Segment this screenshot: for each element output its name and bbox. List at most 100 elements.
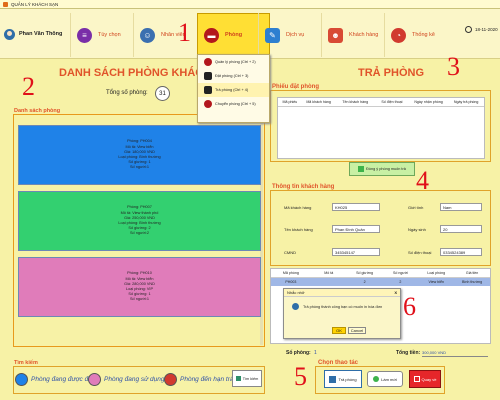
tab-dich-vu[interactable]: ✎ Dịch vụ bbox=[258, 13, 321, 57]
room-count-label: Số phòng: bbox=[286, 350, 311, 356]
room-count-value: 1 bbox=[314, 350, 317, 356]
column-header: Số giường bbox=[356, 271, 374, 275]
birthdate-label: Ngày sinh bbox=[408, 227, 426, 232]
user-avatar-icon bbox=[4, 28, 15, 40]
transfer-icon bbox=[204, 100, 212, 108]
column-header: Mô tả bbox=[324, 271, 334, 275]
grid-icon bbox=[329, 375, 337, 383]
menu-item-transfer-room[interactable]: Chuyển phòng (Ctrl + 5) bbox=[198, 97, 269, 111]
checkout-button-label: Trả phòng bbox=[338, 376, 357, 382]
room-line: Số người:1 bbox=[130, 297, 149, 302]
back-button[interactable]: Quay về bbox=[409, 370, 441, 388]
total-price-value: 300,000 VND bbox=[422, 350, 488, 357]
current-date: 18-11-2020 bbox=[475, 27, 498, 32]
customer-id-field[interactable]: KH025 bbox=[332, 203, 380, 211]
dialog-message: Trả phòng thành công bạn có muốn in hóa … bbox=[303, 304, 383, 309]
table-cell: 2 bbox=[363, 280, 366, 284]
menu-item-label: Trả phòng (Ctrl + 4) bbox=[215, 88, 249, 92]
room-card[interactable]: Phòng: PH004 Mô tả: View biển Giá: 180,0… bbox=[18, 125, 261, 185]
room-card[interactable]: Phòng: PH010 Mô tả: View biển Giá: 280,0… bbox=[18, 257, 261, 317]
marker-2: 2 bbox=[22, 72, 35, 101]
tab-khach-hang[interactable]: ☻ Khách hàng bbox=[321, 13, 384, 57]
customer-name-label: Tên khách hàng bbox=[284, 227, 313, 232]
legend-label: Phòng đang được đặt bbox=[31, 376, 94, 383]
cancel-button[interactable]: Cancel bbox=[348, 327, 366, 334]
room-card[interactable]: Phòng: PH007 Mô tả: View thành phố Giá: … bbox=[18, 191, 261, 251]
window-title: QUẢN LÝ KHÁCH SẠN bbox=[11, 1, 59, 7]
column-header: Số người bbox=[392, 271, 408, 275]
column-header: Mã phiếu bbox=[282, 100, 298, 104]
menu-item-label: Quản lý phòng (Ctrl + 2) bbox=[215, 60, 256, 64]
column-header: Mã khách hàng bbox=[306, 100, 331, 104]
room-line: Số người:2 bbox=[130, 231, 149, 236]
table-cell: Bình thường bbox=[462, 280, 483, 284]
table-cell: View biển bbox=[428, 280, 445, 284]
room-icon: ▬ bbox=[204, 27, 219, 43]
tab-label: Khách hàng bbox=[349, 32, 379, 38]
user-block[interactable]: Phan Văn Thông bbox=[0, 9, 68, 59]
phone-field[interactable]: 0334524389 bbox=[440, 248, 482, 256]
confirm-checkout-button[interactable]: Đồng ý phòng muốn trả bbox=[349, 162, 415, 176]
tab-tuy-chon[interactable]: ≡ Tùy chọn bbox=[70, 13, 133, 57]
menu-item-checkout-room[interactable]: Trả phòng (Ctrl + 4) bbox=[198, 83, 269, 97]
legend-booked: Phòng đang được đặt bbox=[15, 373, 94, 386]
customer-id-label: Mã khách hàng bbox=[284, 205, 312, 210]
booked-color-icon bbox=[15, 373, 28, 386]
booking-panel: Mã phiếu Mã khách hàng Tên khách hàng Số… bbox=[270, 90, 491, 162]
actions-label: Chọn thao tác bbox=[317, 360, 359, 366]
back-button-label: Quay về bbox=[421, 376, 437, 382]
legend-label: Phòng đến hạn trả bbox=[180, 376, 234, 383]
total-rooms-label: Tổng số phòng: bbox=[106, 90, 148, 96]
gender-field[interactable]: Nam bbox=[440, 203, 482, 211]
info-icon bbox=[292, 303, 299, 310]
list-icon: ≡ bbox=[77, 27, 92, 43]
customer-info-label: Thông tin khách hàng bbox=[271, 184, 336, 190]
room-list-title: DANH SÁCH PHÒNG KHÁCH bbox=[59, 67, 212, 79]
tab-label: Thống kê bbox=[412, 32, 435, 38]
checkout-button[interactable]: Trả phòng bbox=[324, 370, 362, 388]
room-list-panel: Phòng: PH004 Mô tả: View biển Giá: 180,0… bbox=[13, 114, 265, 347]
app-icon bbox=[3, 1, 8, 7]
dialog-body: Trả phòng thành công bạn có muốn in hóa … bbox=[284, 297, 400, 310]
stats-icon: ◔ bbox=[391, 27, 406, 43]
booking-grid[interactable]: Mã phiếu Mã khách hàng Tên khách hàng Số… bbox=[277, 97, 485, 159]
column-header: Ngày nhận phòng bbox=[414, 100, 443, 104]
birthdate-field[interactable]: 20 bbox=[440, 225, 482, 233]
legend-due: Phòng đến hạn trả bbox=[164, 373, 234, 386]
room-list-label: Danh sách phòng bbox=[13, 108, 62, 114]
legend-in-use: Phòng đang sử dụng bbox=[88, 373, 165, 386]
search-label: Tìm kiếm bbox=[13, 360, 39, 366]
search-button[interactable]: Tìm kiếm bbox=[232, 370, 262, 387]
tab-label: Dịch vụ bbox=[286, 32, 305, 38]
refresh-icon bbox=[373, 376, 380, 382]
table-row[interactable]: PH003 2 2 View biển Bình thường bbox=[271, 278, 490, 286]
menu-item-book-room[interactable]: Đặt phòng (Ctrl + 3) bbox=[198, 69, 269, 83]
booking-panel-label: Phiếu đặt phòng bbox=[271, 84, 320, 90]
booking-grid-header: Mã phiếu Mã khách hàng Tên khách hàng Số… bbox=[278, 98, 484, 107]
window-titlebar: QUẢN LÝ KHÁCH SẠN bbox=[0, 0, 500, 9]
exit-icon bbox=[413, 376, 420, 382]
tab-thong-ke[interactable]: ◔ Thống kê bbox=[384, 13, 450, 57]
dialog-titlebar: Nhắc nhở X bbox=[284, 289, 400, 297]
room-grid-header: Mã phòng Mô tả Số giường Số người Loại p… bbox=[271, 269, 490, 278]
refresh-button[interactable]: Làm mới bbox=[367, 371, 403, 387]
tab-label: Phòng bbox=[225, 32, 243, 38]
table-cell: 2 bbox=[399, 280, 402, 284]
phone-label: Số điện thoại bbox=[408, 250, 432, 255]
ok-button[interactable]: OK bbox=[332, 327, 346, 334]
column-header: Loại phòng bbox=[427, 271, 446, 275]
grid-icon bbox=[204, 72, 212, 80]
service-icon: ✎ bbox=[265, 27, 280, 43]
customer-name-field[interactable]: Phan Đình Quân bbox=[332, 225, 380, 233]
date-display: 18-11-2020 bbox=[465, 26, 498, 33]
total-price-label: Tổng tiền: bbox=[396, 350, 421, 356]
table-cell: PH003 bbox=[285, 280, 297, 284]
close-icon[interactable]: X bbox=[394, 290, 397, 295]
menu-item-manage-room[interactable]: Quản lý phòng (Ctrl + 2) bbox=[198, 55, 269, 69]
legend-label: Phòng đang sử dụng bbox=[104, 376, 165, 383]
id-card-field[interactable]: 345345147 bbox=[332, 248, 380, 256]
column-header: Mã phòng bbox=[282, 271, 299, 275]
marker-3: 3 bbox=[447, 52, 460, 81]
grid-icon bbox=[204, 86, 212, 94]
marker-6: 6 bbox=[403, 292, 416, 321]
